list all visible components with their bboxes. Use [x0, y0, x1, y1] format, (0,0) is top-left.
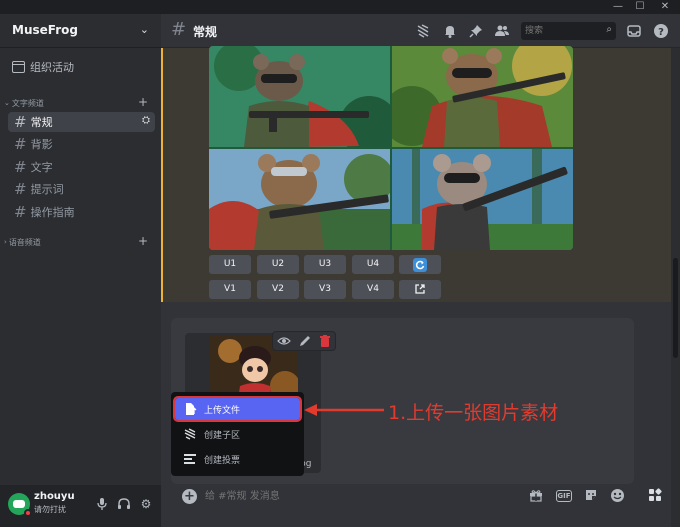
- category-label: 文字频道: [11, 98, 44, 108]
- image-tile[interactable]: [392, 149, 573, 250]
- server-name: MuseFrog: [12, 23, 78, 37]
- annotation-arrow: [304, 404, 384, 416]
- channel-label: 文字: [30, 161, 53, 174]
- sidebar-item-changgui[interactable]: # 常规 ⛭: [8, 112, 155, 132]
- page-title: 常规: [193, 25, 218, 39]
- image-grid[interactable]: [209, 46, 573, 250]
- image-tile[interactable]: [392, 46, 573, 147]
- mic-icon[interactable]: [95, 497, 109, 511]
- pencil-icon[interactable]: [298, 334, 312, 348]
- headset-icon[interactable]: [117, 497, 131, 511]
- calendar-icon: [12, 61, 25, 73]
- channel-label: 操作指南: [30, 206, 75, 219]
- channel-label: 常规: [30, 116, 53, 129]
- thread-icon: [183, 427, 197, 441]
- upscale-button-3[interactable]: U3: [304, 255, 346, 274]
- hash-icon: #: [14, 113, 27, 131]
- minimize-button[interactable]: —: [608, 0, 628, 14]
- trash-icon[interactable]: [318, 334, 332, 348]
- variation-button-4[interactable]: V4: [352, 280, 394, 299]
- inbox-icon[interactable]: [626, 23, 642, 39]
- gif-icon[interactable]: GIF: [556, 490, 572, 502]
- channel-sidebar: MuseFrog ⌄ 组织活动 ⌄ 文字频道 + # 常规 ⛭ # 背影 # 文…: [0, 14, 161, 527]
- upscale-button-2[interactable]: U2: [257, 255, 299, 274]
- help-icon[interactable]: ?: [653, 23, 669, 39]
- attachment-toolbar: [272, 331, 336, 351]
- sidebar-item-guide[interactable]: # 操作指南: [8, 202, 155, 222]
- eye-icon[interactable]: [277, 334, 291, 348]
- menu-item-upload-file[interactable]: 上传文件: [173, 396, 302, 422]
- apps-icon[interactable]: [645, 487, 665, 507]
- avatar[interactable]: [8, 493, 32, 517]
- web-link-button[interactable]: [399, 280, 441, 299]
- external-link-icon: [415, 284, 425, 294]
- gift-icon[interactable]: [528, 488, 544, 504]
- window-titlebar: — ☐ ✕: [0, 0, 680, 14]
- image-tile[interactable]: [209, 46, 390, 147]
- menu-item-label: 创建子区: [204, 430, 241, 441]
- refresh-icon: [413, 258, 427, 272]
- dnd-status-icon: [24, 509, 32, 517]
- hash-icon: #: [14, 158, 27, 176]
- channel-header: # 常规 ⌕ ?: [161, 14, 680, 48]
- upload-menu: 上传文件 创建子区 创建投票: [171, 392, 304, 476]
- chevron-down-icon: ⌄: [4, 99, 10, 107]
- sidebar-item-wenzi[interactable]: # 文字: [8, 157, 155, 177]
- search-icon: ⌕: [606, 24, 612, 35]
- events-label: 组织活动: [30, 61, 74, 74]
- add-channel-button[interactable]: +: [138, 95, 148, 109]
- svg-text:?: ?: [658, 27, 664, 38]
- user-status: 请勿打扰: [34, 505, 66, 514]
- add-attachment-button[interactable]: +: [182, 489, 197, 504]
- category-voice-channels[interactable]: › 语音频道 +: [4, 234, 154, 249]
- hash-icon: #: [14, 203, 27, 221]
- channel-settings-icon[interactable]: ⛭: [142, 115, 150, 126]
- chevron-right-icon: ›: [4, 238, 7, 246]
- category-label: 语音频道: [8, 237, 41, 247]
- message-input[interactable]: [205, 487, 505, 505]
- scroll-thumb[interactable]: [673, 258, 678, 358]
- channel-label: 提示词: [30, 183, 64, 196]
- hash-icon: #: [171, 19, 187, 40]
- menu-item-create-thread[interactable]: 创建子区: [175, 423, 300, 445]
- search-box[interactable]: ⌕: [521, 22, 616, 40]
- maximize-button[interactable]: ☐: [630, 0, 650, 14]
- poll-icon: [183, 452, 197, 466]
- channel-label: 背影: [30, 138, 53, 151]
- sidebar-item-beiying[interactable]: # 背影: [8, 134, 155, 154]
- variation-button-2[interactable]: V2: [257, 280, 299, 299]
- menu-item-label: 创建投票: [204, 455, 241, 466]
- username: zhouyu: [34, 491, 75, 502]
- sidebar-item-tishici[interactable]: # 提示词: [8, 179, 155, 199]
- mention-highlight-bar: [161, 48, 163, 302]
- events-link[interactable]: 组织活动: [12, 58, 74, 76]
- upscale-button-1[interactable]: U1: [209, 255, 251, 274]
- pin-icon[interactable]: [468, 23, 484, 39]
- hash-icon: #: [14, 135, 27, 153]
- annotation-text: 1.上传一张图片素材: [388, 402, 559, 424]
- gear-icon[interactable]: ⚙: [139, 497, 153, 511]
- variation-button-3[interactable]: V3: [304, 280, 346, 299]
- close-button[interactable]: ✕: [655, 0, 675, 14]
- sticker-icon[interactable]: [583, 488, 599, 504]
- hash-icon: #: [14, 180, 27, 198]
- variation-button-1[interactable]: V1: [209, 280, 251, 299]
- chevron-down-icon: ⌄: [139, 23, 149, 36]
- bell-icon[interactable]: [442, 23, 458, 39]
- user-panel: zhouyu 请勿打扰 ⚙: [0, 485, 161, 527]
- search-input[interactable]: [525, 23, 595, 39]
- upscale-button-4[interactable]: U4: [352, 255, 394, 274]
- reroll-button[interactable]: [399, 255, 441, 274]
- members-icon[interactable]: [494, 23, 510, 39]
- upload-file-icon: [183, 402, 197, 416]
- add-channel-button[interactable]: +: [138, 234, 148, 248]
- menu-item-create-poll[interactable]: 创建投票: [175, 448, 300, 470]
- scrollbar[interactable]: [671, 48, 680, 527]
- image-tile[interactable]: [209, 149, 390, 250]
- server-header[interactable]: MuseFrog ⌄: [0, 14, 161, 48]
- menu-item-label: 上传文件: [204, 405, 241, 416]
- emoji-icon[interactable]: [609, 488, 625, 504]
- threads-icon[interactable]: [415, 23, 431, 39]
- category-text-channels[interactable]: ⌄ 文字频道 +: [4, 95, 154, 110]
